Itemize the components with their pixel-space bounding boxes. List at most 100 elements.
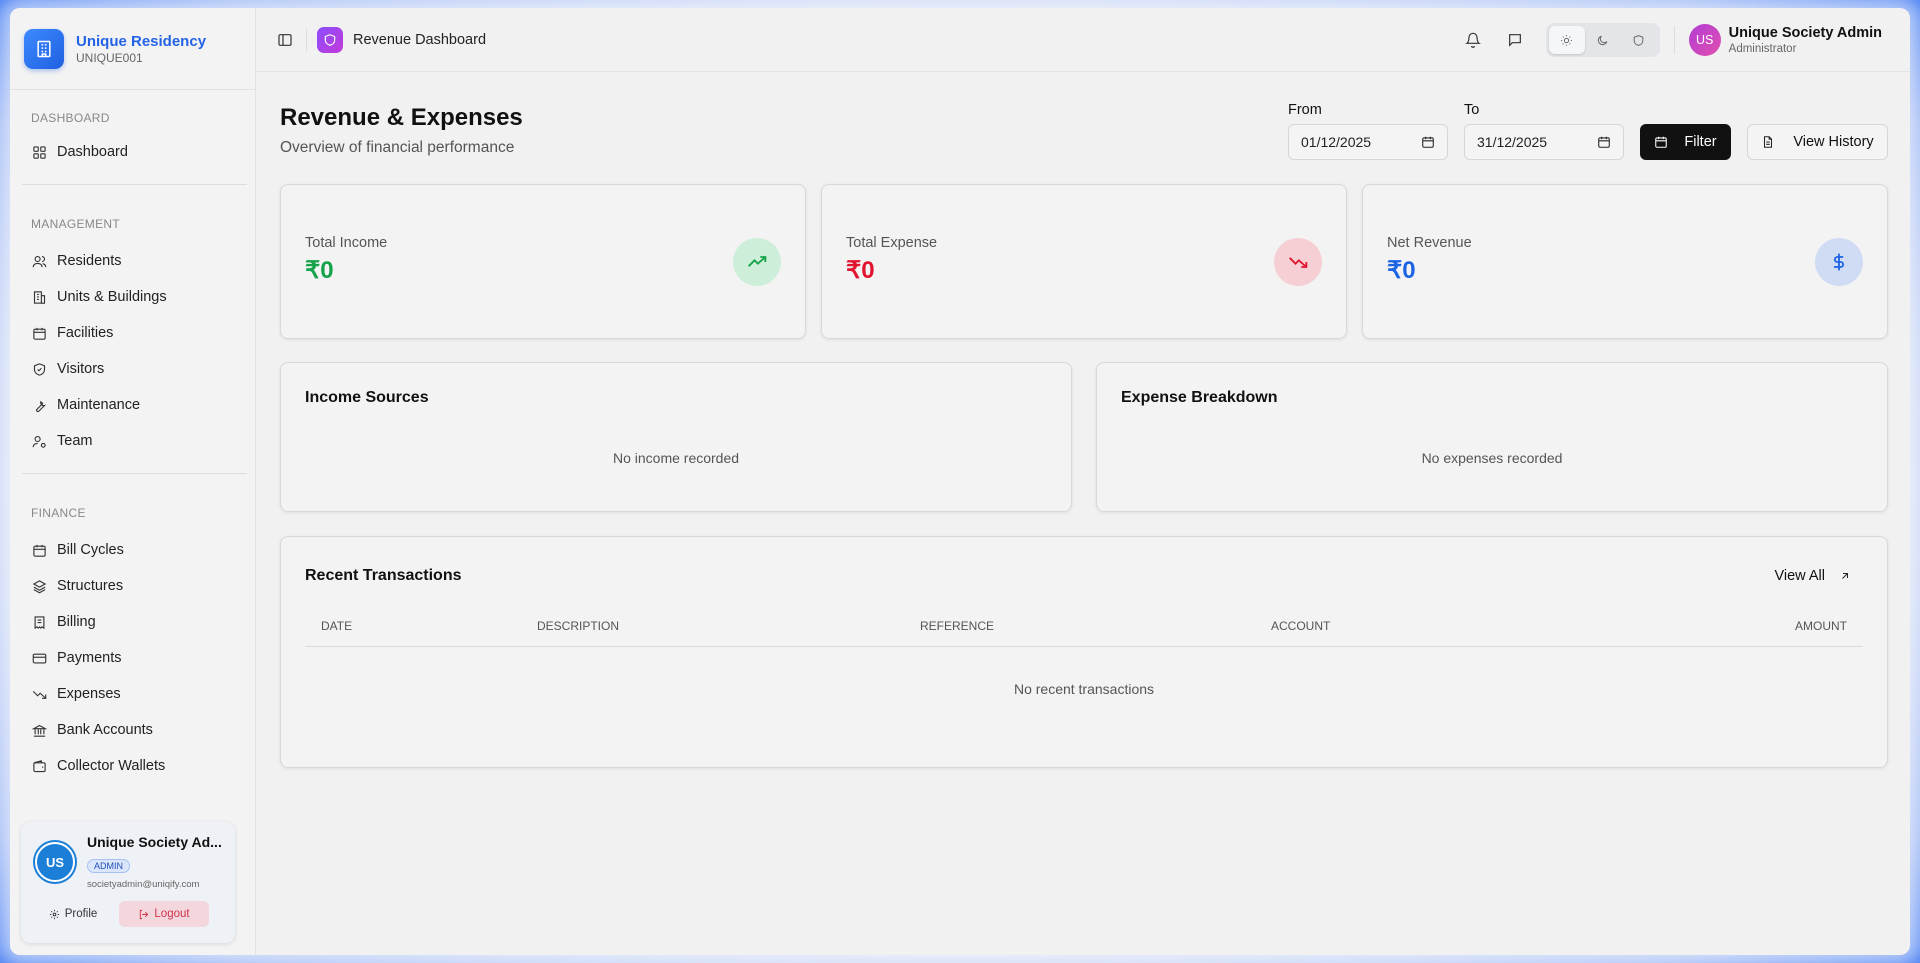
- sidebar-item-label: Expenses: [57, 686, 121, 702]
- sidebar-item-label: Billing: [57, 614, 96, 630]
- stat-card-total-expense: Total Expense ₹0: [821, 184, 1347, 339]
- shield-icon: [33, 362, 46, 376]
- column-header-description[interactable]: DESCRIPTION: [537, 619, 920, 646]
- avatar[interactable]: US: [1688, 24, 1721, 56]
- sidebar-item-residents[interactable]: Residents: [10, 243, 255, 279]
- sidebar-item-label: Bank Accounts: [57, 722, 153, 738]
- sidebar-item-maintenance[interactable]: Maintenance: [10, 387, 255, 423]
- trending-down-icon: [32, 690, 47, 699]
- header-user-role: Administrator: [1728, 43, 1797, 55]
- stat-card-total-income: Total Income ₹0: [280, 184, 806, 339]
- logout-label: Logout: [154, 908, 190, 920]
- gear-icon: [49, 909, 59, 919]
- expense-breakdown-card: Expense Breakdown No expenses recorded: [1096, 362, 1888, 512]
- sidebar-item-bank-accounts[interactable]: Bank Accounts: [10, 712, 255, 748]
- layers-icon: [32, 579, 47, 593]
- sidebar-item-label: Units & Buildings: [57, 289, 167, 305]
- sidebar-item-label: Collector Wallets: [57, 758, 166, 774]
- sidebar-item-collector-wallets[interactable]: Collector Wallets: [10, 748, 255, 784]
- from-label: From: [1288, 102, 1322, 118]
- bank-icon: [32, 724, 47, 737]
- sidebar-item-label: Team: [57, 433, 93, 449]
- stat-label: Total Expense: [846, 235, 938, 251]
- view-all-label: View All: [1774, 568, 1825, 584]
- theme-dark-button[interactable]: [1585, 26, 1621, 54]
- page-title: Revenue Dashboard: [353, 31, 487, 48]
- sidebar-toggle-icon: [278, 33, 292, 46]
- stat-label: Net Revenue: [1387, 235, 1472, 251]
- filter-button[interactable]: Filter: [1640, 124, 1731, 160]
- sidebar-item-visitors[interactable]: Visitors: [10, 351, 255, 387]
- bell-icon: [1464, 32, 1481, 48]
- calendar-icon[interactable]: [1597, 135, 1611, 149]
- theme-light-button[interactable]: [1548, 26, 1585, 54]
- toggle-sidebar-button[interactable]: [274, 29, 296, 51]
- users-icon: [32, 255, 47, 267]
- sidebar-item-label: Facilities: [57, 325, 114, 341]
- brand[interactable]: Unique Residency UNIQUE001: [10, 8, 255, 90]
- stat-cards: Total Income ₹0 Total Expense ₹0 Net Rev…: [280, 184, 1888, 339]
- sun-icon: [1561, 34, 1573, 46]
- calendar-icon[interactable]: [1421, 135, 1435, 149]
- message-icon: [1508, 34, 1521, 47]
- notifications-button[interactable]: [1462, 29, 1484, 51]
- sidebar-item-payments[interactable]: Payments: [10, 640, 255, 676]
- column-header-amount[interactable]: AMOUNT: [1571, 619, 1847, 646]
- column-header-account[interactable]: ACCOUNT: [1271, 619, 1571, 646]
- sidebar-item-label: Visitors: [57, 361, 105, 377]
- sidebar-item-expenses[interactable]: Expenses: [10, 676, 255, 712]
- top-header: Revenue Dashboard US Unique Society Admi…: [256, 8, 1910, 72]
- header-user-name: Unique Society Admin: [1728, 25, 1882, 41]
- header-user[interactable]: Unique Society Admin Administrator: [1729, 25, 1882, 55]
- grid-icon: [33, 145, 46, 159]
- stat-value: ₹0: [1387, 257, 1416, 284]
- income-sources-card: Income Sources No income recorded: [280, 362, 1072, 512]
- user-email: societyadmin@uniqify.com: [87, 879, 200, 890]
- column-header-reference[interactable]: REFERENCE: [920, 619, 1271, 646]
- sidebar-item-dashboard[interactable]: Dashboard: [10, 134, 255, 170]
- moon-icon: [1598, 35, 1608, 45]
- income-empty-state: No income recorded: [612, 450, 740, 466]
- view-history-button[interactable]: View History: [1747, 124, 1888, 160]
- expense-breakdown-title: Expense Breakdown: [1121, 389, 1278, 406]
- calendar-icon: [33, 327, 46, 340]
- stat-card-net-revenue: Net Revenue ₹0: [1362, 184, 1888, 339]
- sidebar-item-label: Structures: [57, 578, 124, 594]
- calendar-icon: [33, 544, 46, 557]
- view-history-label: View History: [1793, 134, 1874, 150]
- sidebar-item-team[interactable]: Team: [10, 423, 255, 459]
- from-date-input[interactable]: 01/12/2025: [1288, 124, 1448, 160]
- messages-button[interactable]: [1504, 29, 1526, 51]
- view-all-link[interactable]: View All: [1774, 568, 1851, 584]
- column-header-date[interactable]: DATE: [321, 619, 537, 646]
- brand-code: UNIQUE001: [76, 50, 143, 65]
- sidebar-item-structures[interactable]: Structures: [10, 568, 255, 604]
- section-label-dashboard: DASHBOARD: [31, 111, 110, 125]
- header-divider: [1673, 26, 1675, 54]
- sidebar-item-bill-cycles[interactable]: Bill Cycles: [10, 532, 255, 568]
- calendar-icon: [1655, 136, 1668, 148]
- sidebar-item-billing[interactable]: Billing: [10, 604, 255, 640]
- profile-button[interactable]: Profile: [33, 901, 113, 927]
- avatar[interactable]: US: [35, 842, 75, 882]
- sidebar-item-facilities[interactable]: Facilities: [10, 315, 255, 351]
- wallet-icon: [33, 759, 46, 772]
- dollar-icon: [1815, 238, 1863, 286]
- theme-system-button[interactable]: [1621, 26, 1657, 54]
- sidebar-item-units-buildings[interactable]: Units & Buildings: [10, 279, 255, 315]
- transactions-empty-state: No recent transactions: [1013, 681, 1155, 697]
- role-badge: ADMIN: [87, 859, 130, 873]
- shield-icon: [1633, 34, 1644, 46]
- logout-button[interactable]: Logout: [119, 901, 209, 927]
- to-date-value: 31/12/2025: [1477, 134, 1548, 150]
- user-card: US Unique Society Ad... ADMIN societyadm…: [21, 822, 235, 943]
- sidebar-item-label: Bill Cycles: [57, 542, 124, 558]
- to-date-input[interactable]: 31/12/2025: [1464, 124, 1624, 160]
- filter-label: Filter: [1684, 134, 1717, 150]
- building-icon: [33, 290, 46, 304]
- recent-transactions-card: Recent Transactions View All DATE DESCRI…: [280, 536, 1888, 768]
- to-label: To: [1464, 102, 1480, 118]
- date-filters: From 01/12/2025 To 31/12/2025 Filter Vie…: [1288, 102, 1888, 160]
- sidebar-item-label: Residents: [57, 253, 122, 269]
- logout-icon: [140, 909, 149, 919]
